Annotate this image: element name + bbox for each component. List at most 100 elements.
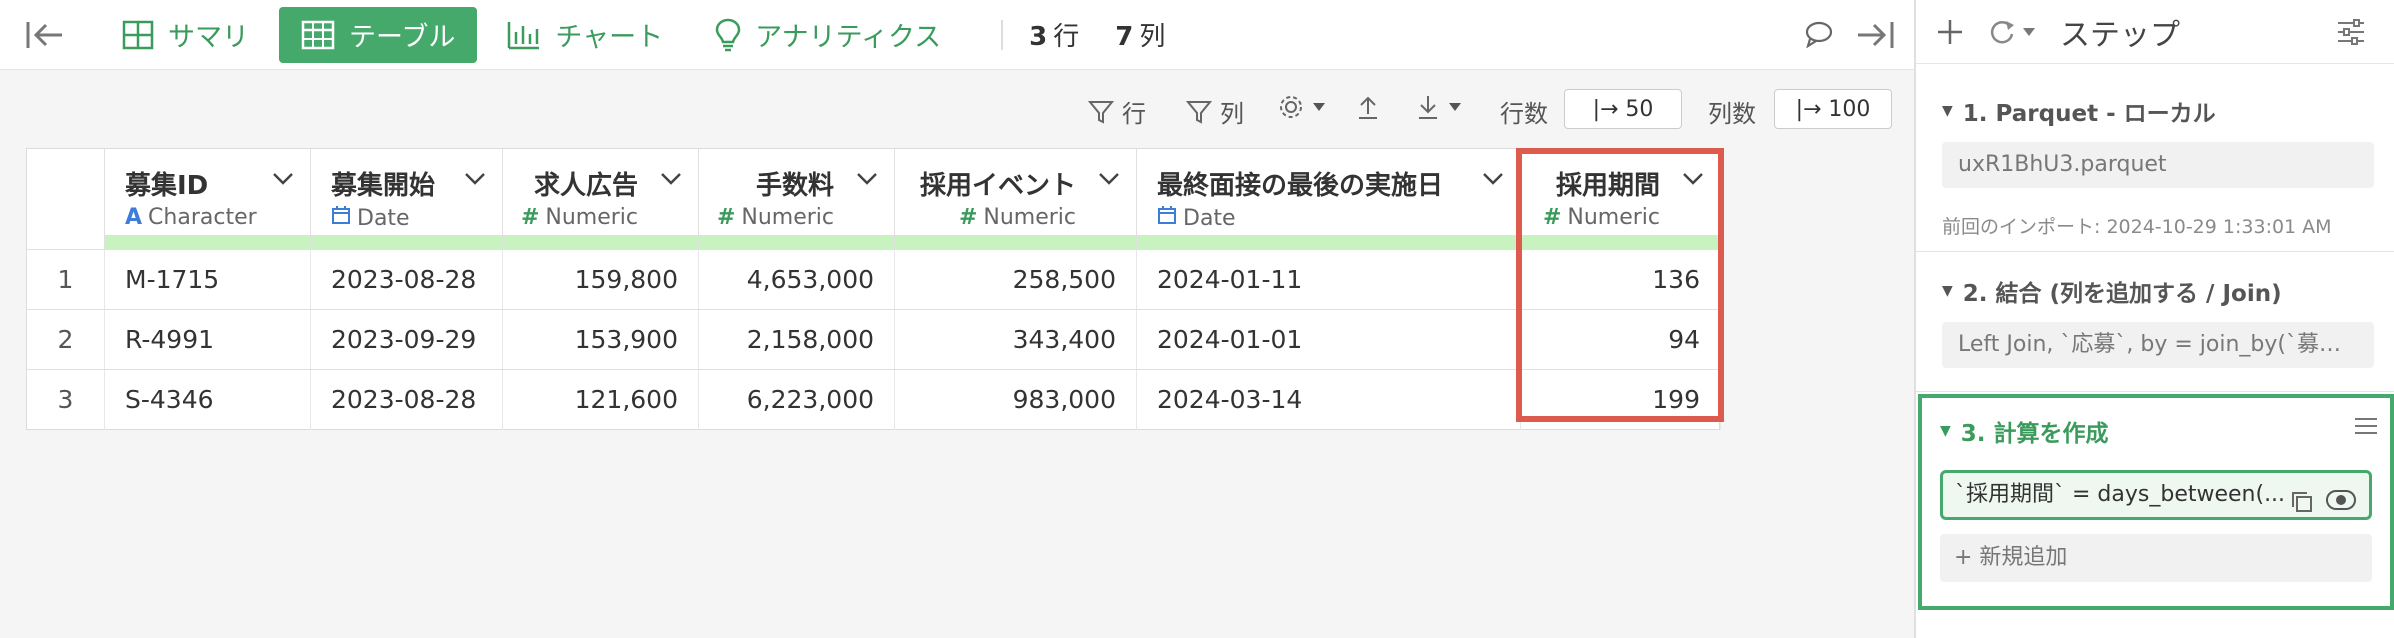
tab-table-label: テーブル xyxy=(349,22,456,53)
hamburger-menu-icon[interactable] xyxy=(2354,416,2378,436)
table-cell[interactable]: 258,500 xyxy=(895,250,1137,310)
table-cell[interactable]: 2,158,000 xyxy=(699,310,895,370)
collapse-triangle-icon[interactable]: ▼ xyxy=(1942,283,1953,299)
table-row[interactable]: 1 M-1715 2023-08-28 159,800 4,653,000 258,500… xyxy=(27,249,1721,310)
column-header[interactable]: 求人広告 # Numeric xyxy=(503,149,699,249)
character-type-icon: A xyxy=(125,205,143,230)
table-cell[interactable]: 153,900 xyxy=(503,310,699,370)
table-cell[interactable]: 6,223,000 xyxy=(699,370,895,430)
collapse-triangle-icon[interactable]: ▼ xyxy=(1940,423,1951,439)
collapse-right-icon[interactable] xyxy=(1856,20,1894,50)
calendar-icon xyxy=(331,205,351,231)
chevron-down-icon[interactable] xyxy=(1482,171,1504,190)
download-icon xyxy=(1419,96,1437,119)
row-count-unit: 行 xyxy=(1053,22,1080,52)
column-name: 募集ID xyxy=(125,171,209,201)
step-1-value[interactable]: uxR1BhU3.parquet xyxy=(1942,142,2374,188)
row-limit-input[interactable]: |→ 50 xyxy=(1564,89,1682,129)
numeric-type-icon: # xyxy=(716,205,736,230)
table-cell[interactable]: 2023-08-28 xyxy=(311,370,503,430)
column-type: # Numeric xyxy=(521,205,638,230)
column-name: 求人広告 xyxy=(533,171,638,201)
table-cell[interactable]: 159,800 xyxy=(503,250,699,310)
settings-dropdown[interactable] xyxy=(1278,94,1334,120)
column-name: 募集開始 xyxy=(331,171,436,201)
table-cell[interactable]: 2024-03-14 xyxy=(1137,370,1521,430)
col-count: 7列 xyxy=(1115,16,1165,53)
table-row[interactable]: 2 R-4991 2023-09-29 153,900 2,158,000 343,400… xyxy=(27,309,1721,370)
step-1-meta: 前回のインポート: 2024-10-29 1:33:01 AM xyxy=(1942,216,2332,238)
table-cell[interactable]: M-1715 xyxy=(105,250,311,310)
table-cell[interactable]: 983,000 xyxy=(895,370,1137,430)
table-icon xyxy=(301,20,335,49)
filter-cols-label: 列 xyxy=(1220,100,1244,128)
table-cell[interactable]: 121,600 xyxy=(503,370,699,430)
column-type-label: Numeric xyxy=(545,205,638,230)
step-1-title: ▼ 1. Parquet - ローカル xyxy=(1942,94,2216,128)
step-1[interactable]: ▼ 1. Parquet - ローカル uxR1BhU3.parquet 前回のイ… xyxy=(1916,64,2394,252)
collapse-left-icon[interactable] xyxy=(26,20,64,50)
step-3[interactable]: ▼ 3. 計算を作成 `採用期間` = days_between(... + 新規… xyxy=(1918,394,2394,610)
chevron-down-icon[interactable] xyxy=(1098,171,1120,190)
download-dropdown[interactable] xyxy=(1416,94,1470,120)
table-cell[interactable]: 2023-09-29 xyxy=(311,310,503,370)
table-cell[interactable]: 2024-01-01 xyxy=(1137,310,1521,370)
chevron-down-icon[interactable] xyxy=(464,171,486,190)
highlighted-column-outline xyxy=(1516,148,1724,422)
column-header[interactable]: 手数料 # Numeric xyxy=(699,149,895,249)
eye-toggle-icon[interactable] xyxy=(2325,484,2357,517)
tab-summary[interactable]: サマリ xyxy=(100,7,271,63)
step-2[interactable]: ▼ 2. 結合 (列を追加する / Join) Left Join, `応募`, … xyxy=(1916,252,2394,392)
lightbulb-icon xyxy=(715,18,741,51)
calendar-icon xyxy=(1157,205,1177,231)
table-cell[interactable]: 2023-08-28 xyxy=(311,250,503,310)
upload-button[interactable] xyxy=(1356,94,1388,120)
table-row[interactable]: 3 S-4346 2023-08-28 121,600 6,223,000 983,000… xyxy=(27,369,1721,430)
sliders-icon[interactable] xyxy=(2336,18,2366,46)
column-type: # Numeric xyxy=(959,205,1076,230)
add-new-step-button[interactable]: + 新規追加 xyxy=(1940,534,2372,582)
add-step-icon[interactable] xyxy=(1936,18,1964,46)
tab-table[interactable]: テーブル xyxy=(279,6,478,63)
caret-down-icon xyxy=(1313,103,1325,111)
step-3-calc-value[interactable]: `採用期間` = days_between(... xyxy=(1940,470,2372,520)
chevron-down-icon[interactable] xyxy=(856,171,878,190)
table-cell[interactable]: 4,653,000 xyxy=(699,250,895,310)
row-index-header xyxy=(27,149,105,249)
step-2-title: ▼ 2. 結合 (列を追加する / Join) xyxy=(1942,274,2282,308)
steps-panel-title: ステップ xyxy=(2060,17,2180,53)
copy-icon[interactable] xyxy=(2291,485,2313,517)
table-cell[interactable]: S-4346 xyxy=(105,370,311,430)
column-type-label: Date xyxy=(1183,205,1236,231)
column-header[interactable]: 募集開始 Date xyxy=(311,149,503,249)
table-cell[interactable]: 343,400 xyxy=(895,310,1137,370)
toolbar-separator xyxy=(1001,19,1004,50)
steps-panel: ステップ ▼ 1. Parquet - ローカル uxR1BhU3.parquet… xyxy=(1914,0,2394,638)
filter-rows-label: 行 xyxy=(1122,100,1146,128)
table-toolbar: 行 列 行数 |→ 50 列数 |→ 100 xyxy=(0,70,1914,148)
row-index: 1 xyxy=(27,250,105,310)
chevron-down-icon[interactable] xyxy=(272,171,294,190)
tab-analytics[interactable]: アナリティクス xyxy=(693,7,963,63)
filter-icon xyxy=(1186,100,1212,124)
collapse-triangle-icon[interactable]: ▼ xyxy=(1942,103,1953,119)
tab-chart[interactable]: チャート xyxy=(485,7,685,63)
row-count: 3行 xyxy=(1029,16,1079,53)
top-bar: サマリ テーブル チャート アナリティクス 3行 7列 xyxy=(0,0,1914,70)
step-3-title-text: 3. 計算を作成 xyxy=(1960,421,2109,447)
filter-rows-button[interactable]: 行 xyxy=(1088,94,1146,129)
filter-icon xyxy=(1088,100,1114,124)
column-header[interactable]: 最終面接の最後の実施日 Date xyxy=(1137,149,1521,249)
column-header[interactable]: 採用イベント # Numeric xyxy=(895,149,1137,249)
column-type: A Character xyxy=(125,205,257,230)
refresh-dropdown-icon[interactable] xyxy=(1988,18,2036,46)
table-cell[interactable]: R-4991 xyxy=(105,310,311,370)
col-limit-input[interactable]: |→ 100 xyxy=(1774,89,1892,129)
summary-grid-icon xyxy=(122,20,154,49)
table-cell[interactable]: 2024-01-11 xyxy=(1137,250,1521,310)
filter-cols-button[interactable]: 列 xyxy=(1186,94,1244,129)
step-2-value[interactable]: Left Join, `応募`, by = join_by(`募集I... xyxy=(1942,322,2374,368)
comment-icon[interactable] xyxy=(1804,20,1834,48)
chevron-down-icon[interactable] xyxy=(660,171,682,190)
column-header[interactable]: 募集ID A Character xyxy=(105,149,311,249)
